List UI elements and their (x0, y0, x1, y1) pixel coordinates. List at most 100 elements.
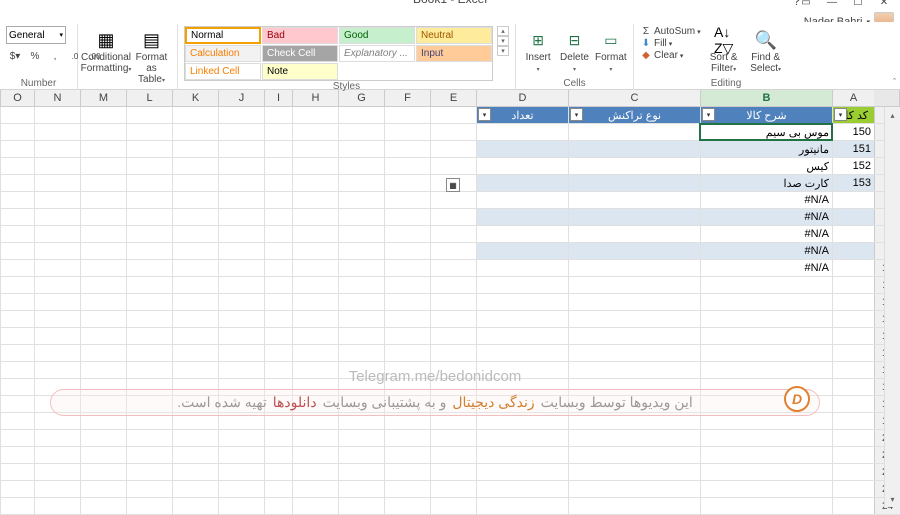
cell-J1[interactable] (218, 107, 264, 123)
cell-M5[interactable] (80, 175, 126, 191)
cell-C11[interactable] (568, 277, 700, 293)
cell-C9[interactable] (568, 243, 700, 259)
cell-J13[interactable] (218, 311, 264, 327)
cell-O4[interactable] (0, 158, 34, 174)
cell-N4[interactable] (34, 158, 80, 174)
cell-B2[interactable]: موس بی سیم (700, 124, 832, 140)
cell-J16[interactable] (218, 362, 264, 378)
cell-D20[interactable] (476, 430, 568, 446)
cell-C8[interactable] (568, 226, 700, 242)
select-all-corner[interactable] (874, 90, 900, 106)
cell-K16[interactable] (172, 362, 218, 378)
cell-L23[interactable] (126, 481, 172, 497)
cell-A19[interactable] (832, 413, 874, 429)
cell-B10[interactable]: #N/A (700, 260, 832, 276)
currency-button[interactable]: $▾ (6, 48, 24, 64)
cell-G8[interactable] (338, 226, 384, 242)
cell-O17[interactable] (0, 379, 34, 395)
cell-M13[interactable] (80, 311, 126, 327)
cell-D16[interactable] (476, 362, 568, 378)
cell-H19[interactable] (292, 413, 338, 429)
cell-E23[interactable] (430, 481, 476, 497)
cell-M4[interactable] (80, 158, 126, 174)
cell-K19[interactable] (172, 413, 218, 429)
cell-J9[interactable] (218, 243, 264, 259)
cell-A22[interactable] (832, 464, 874, 480)
cell-L6[interactable] (126, 192, 172, 208)
minimize-icon[interactable]: — (820, 0, 844, 10)
cell-N24[interactable] (34, 498, 80, 514)
cell-A5[interactable]: 153 (832, 175, 874, 191)
cell-C13[interactable] (568, 311, 700, 327)
col-header-O[interactable]: O (0, 90, 34, 106)
cell-O16[interactable] (0, 362, 34, 378)
cell-A21[interactable] (832, 447, 874, 463)
cell-N13[interactable] (34, 311, 80, 327)
cell-A13[interactable] (832, 311, 874, 327)
cell-H15[interactable] (292, 345, 338, 361)
cell-D12[interactable] (476, 294, 568, 310)
cell-C2[interactable] (568, 124, 700, 140)
cell-M11[interactable] (80, 277, 126, 293)
cell-N10[interactable] (34, 260, 80, 276)
cell-C19[interactable] (568, 413, 700, 429)
filter-button-B[interactable]: ▾ (702, 108, 715, 121)
cell-J10[interactable] (218, 260, 264, 276)
insert-button[interactable]: ⊞ Insert▾ (522, 26, 554, 74)
cell-B7[interactable]: #N/A (700, 209, 832, 225)
cell-L8[interactable] (126, 226, 172, 242)
cell-styles-gallery[interactable]: NormalBadGoodNeutralCalculationCheck Cel… (184, 26, 493, 81)
cell-O13[interactable] (0, 311, 34, 327)
cell-I10[interactable] (264, 260, 292, 276)
percent-button[interactable]: % (26, 48, 44, 64)
cell-I22[interactable] (264, 464, 292, 480)
cell-F6[interactable] (384, 192, 430, 208)
cell-L12[interactable] (126, 294, 172, 310)
cell-L9[interactable] (126, 243, 172, 259)
cell-H12[interactable] (292, 294, 338, 310)
cell-J23[interactable] (218, 481, 264, 497)
cell-H1[interactable] (292, 107, 338, 123)
cell-E13[interactable] (430, 311, 476, 327)
scroll-up-icon[interactable]: ▴ (497, 26, 509, 36)
cell-E10[interactable] (430, 260, 476, 276)
cell-G12[interactable] (338, 294, 384, 310)
cell-B12[interactable] (700, 294, 832, 310)
cell-D1[interactable]: تعداد▾ (476, 107, 568, 123)
cell-E7[interactable] (430, 209, 476, 225)
cell-N12[interactable] (34, 294, 80, 310)
cell-E9[interactable] (430, 243, 476, 259)
cell-B14[interactable] (700, 328, 832, 344)
cell-O18[interactable] (0, 396, 34, 412)
cell-F20[interactable] (384, 430, 430, 446)
cell-B6[interactable]: #N/A (700, 192, 832, 208)
cell-H14[interactable] (292, 328, 338, 344)
cell-N5[interactable] (34, 175, 80, 191)
cell-B16[interactable] (700, 362, 832, 378)
cell-G16[interactable] (338, 362, 384, 378)
cell-A23[interactable] (832, 481, 874, 497)
style-input[interactable]: Input (416, 45, 492, 62)
cell-E21[interactable] (430, 447, 476, 463)
cell-D5[interactable] (476, 175, 568, 191)
col-header-L[interactable]: L (126, 90, 172, 106)
cell-J24[interactable] (218, 498, 264, 514)
cell-F17[interactable] (384, 379, 430, 395)
cell-O11[interactable] (0, 277, 34, 293)
cell-J18[interactable] (218, 396, 264, 412)
cell-B4[interactable]: کیس (700, 158, 832, 174)
cell-L3[interactable] (126, 141, 172, 157)
cell-D13[interactable] (476, 311, 568, 327)
cell-B21[interactable] (700, 447, 832, 463)
cell-A4[interactable]: 152 (832, 158, 874, 174)
cell-G17[interactable] (338, 379, 384, 395)
cell-N22[interactable] (34, 464, 80, 480)
cell-F14[interactable] (384, 328, 430, 344)
cell-M12[interactable] (80, 294, 126, 310)
cell-F19[interactable] (384, 413, 430, 429)
cell-J4[interactable] (218, 158, 264, 174)
cell-K7[interactable] (172, 209, 218, 225)
cell-H7[interactable] (292, 209, 338, 225)
number-format-combo[interactable]: General▾ (6, 26, 66, 44)
cell-D11[interactable] (476, 277, 568, 293)
